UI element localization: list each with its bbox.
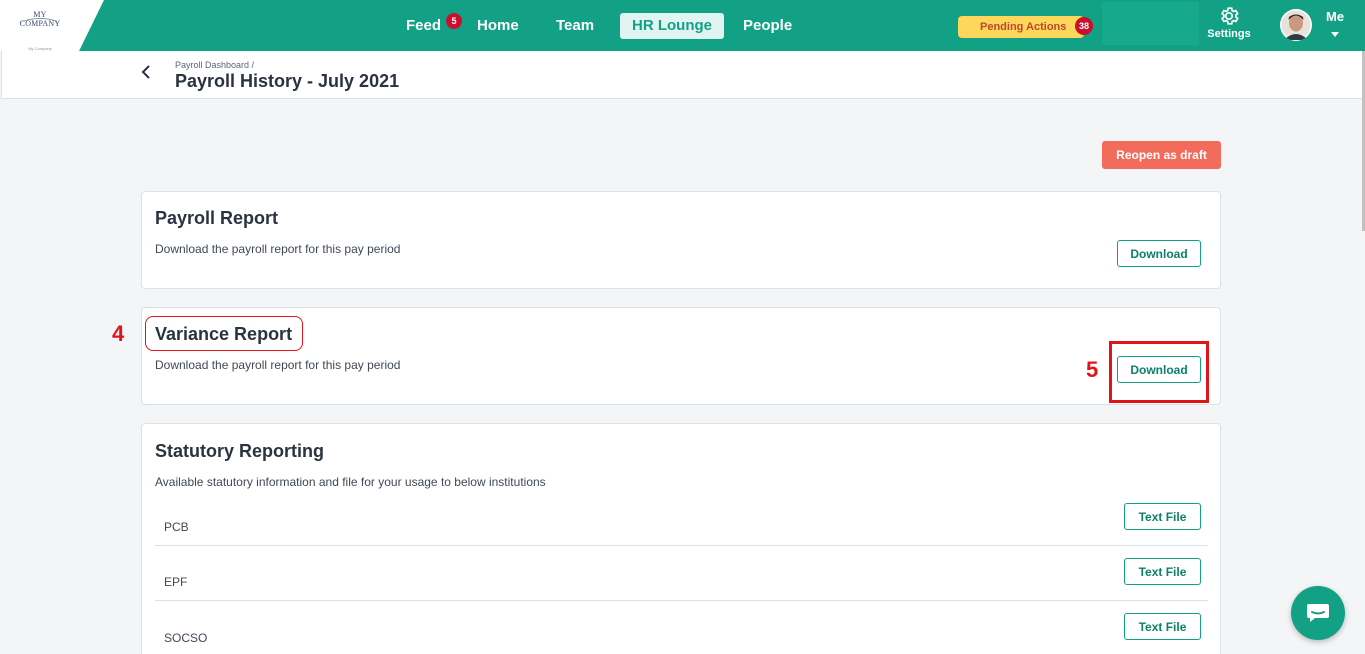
feed-count-badge: 5 <box>446 13 462 29</box>
institution-label: EPF <box>164 575 188 589</box>
reopen-as-draft-button[interactable]: Reopen as draft <box>1102 141 1221 169</box>
user-menu-label[interactable]: Me <box>1326 9 1344 24</box>
chevron-left-icon <box>141 65 150 79</box>
pending-actions-badge: 38 <box>1075 17 1093 35</box>
card-description: Download the payroll report for this pay… <box>155 242 401 256</box>
chat-bubble-icon <box>1307 604 1329 622</box>
annotation-step-5: 5 <box>1086 357 1099 382</box>
pcb-text-file-button[interactable]: Text File <box>1124 503 1201 530</box>
list-item: PCB Text File <box>155 491 1208 546</box>
company-name: MY COMPANY <box>19 10 61 28</box>
nav-hr-lounge[interactable]: HR Lounge <box>620 13 724 39</box>
list-item: EPF Text File <box>155 546 1208 601</box>
chevron-down-icon[interactable] <box>1331 32 1339 37</box>
breadcrumb[interactable]: Payroll Dashboard / <box>175 60 254 70</box>
nav-home[interactable]: Home <box>465 13 531 39</box>
card-title: Payroll Report <box>155 208 279 228</box>
nav-feed[interactable]: Feed <box>394 13 453 39</box>
settings-label: Settings <box>1207 28 1251 40</box>
user-avatar[interactable] <box>1280 9 1312 41</box>
nav-people[interactable]: People <box>731 13 804 39</box>
nav-placeholder <box>1102 2 1199 45</box>
card-description: Available statutory information and file… <box>155 475 546 489</box>
payroll-report-card: Payroll Report Download the payroll repo… <box>141 191 1221 289</box>
page-title: Payroll History - July 2021 <box>175 71 400 91</box>
gear-icon <box>1221 7 1239 25</box>
socso-text-file-button[interactable]: Text File <box>1124 613 1201 640</box>
nav-team[interactable]: Team <box>544 13 606 39</box>
back-arrow-icon[interactable] <box>140 63 158 85</box>
chat-button[interactable] <box>1291 586 1345 640</box>
avatar-photo-icon <box>1280 9 1312 41</box>
annotation-highlight-variance-title <box>145 316 303 351</box>
annotation-step-4: 4 <box>112 321 125 346</box>
statutory-reporting-card: Statutory Reporting Available statutory … <box>141 423 1221 654</box>
epf-text-file-button[interactable]: Text File <box>1124 558 1201 585</box>
list-item: SOCSO Text File <box>155 601 1208 654</box>
annotation-highlight-download <box>1109 341 1209 403</box>
variance-report-card: Variance Report Download the payroll rep… <box>141 307 1221 405</box>
company-logo[interactable]: MY COMPANY My Company <box>14 10 66 51</box>
card-description: Download the payroll report for this pay… <box>155 358 401 372</box>
institution-label: SOCSO <box>164 631 208 645</box>
card-title: Statutory Reporting <box>155 441 324 461</box>
settings-button[interactable]: Settings <box>1205 5 1253 40</box>
institution-label: PCB <box>164 520 189 534</box>
payroll-download-button[interactable]: Download <box>1117 240 1201 267</box>
pending-actions-button[interactable]: Pending Actions <box>958 16 1084 38</box>
